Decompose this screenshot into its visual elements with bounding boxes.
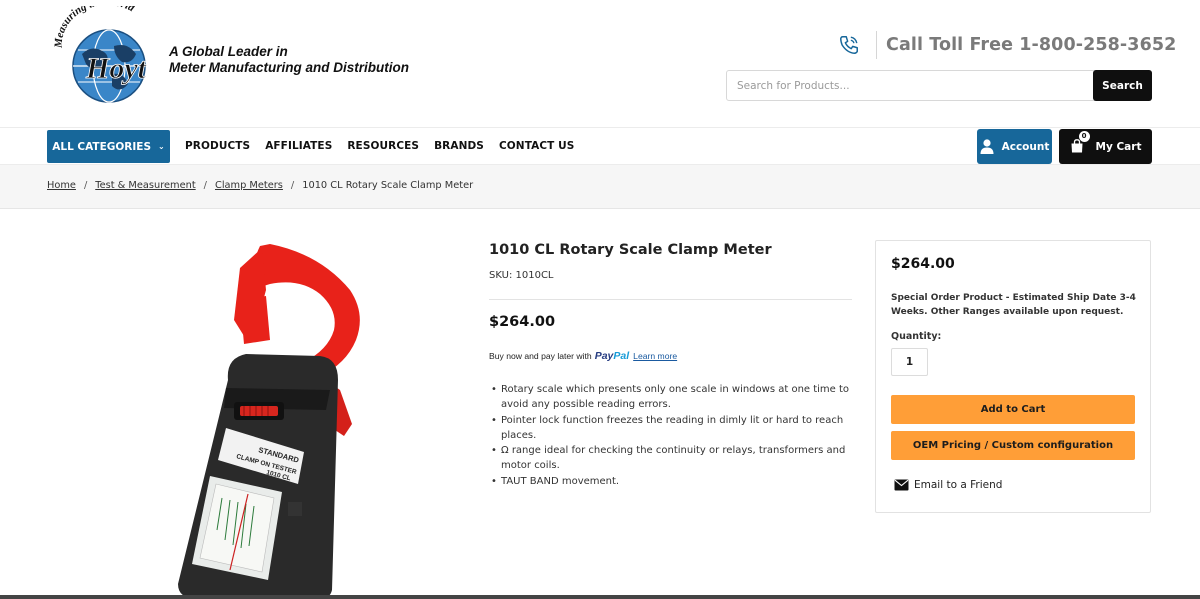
cart-icon-wrap: 0 — [1070, 130, 1090, 155]
envelope-icon — [894, 479, 909, 491]
product-image[interactable]: STANDARD CLAMP ON TESTER 1010 CL — [170, 240, 360, 599]
breadcrumb-bar: Home / Test & Measurement / Clamp Meters… — [0, 165, 1200, 209]
user-icon — [980, 139, 994, 154]
breadcrumb-separator: / — [203, 180, 207, 191]
paypal-logo-pal: Pal — [613, 350, 630, 362]
product-price: $264.00 — [489, 314, 556, 330]
email-friend-link[interactable]: Email to a Friend — [894, 479, 1002, 491]
search-bar: Search — [726, 70, 1152, 101]
nav-link-brands[interactable]: BRANDS — [434, 140, 484, 152]
breadcrumb-clamp-meters[interactable]: Clamp Meters — [215, 180, 283, 191]
nav-link-contact-us[interactable]: CONTACT US — [499, 140, 575, 152]
phone-icon — [840, 36, 858, 54]
nav-link-affiliates[interactable]: AFFILIATES — [265, 140, 332, 152]
phone-contact[interactable]: Call Toll Free 1-800-258-3652 — [838, 31, 1176, 59]
phone-divider — [876, 31, 877, 59]
cart-label: My Cart — [1095, 140, 1142, 153]
paypal-learn-more-link[interactable]: Learn more — [633, 351, 677, 361]
paypal-prefix: Buy now and pay later with — [489, 351, 592, 361]
breadcrumb-home[interactable]: Home — [47, 180, 76, 191]
breadcrumb: Home / Test & Measurement / Clamp Meters… — [47, 180, 473, 191]
cart-count-badge: 0 — [1078, 130, 1090, 142]
logo-brand-text: Hoyt — [85, 52, 148, 85]
breadcrumb-current: 1010 CL Rotary Scale Clamp Meter — [302, 180, 474, 191]
feature-item: Pointer lock function freezes the readin… — [489, 413, 855, 444]
quantity-label: Quantity: — [891, 331, 942, 342]
nav-link-products[interactable]: PRODUCTS — [185, 140, 250, 152]
breadcrumb-test-measurement[interactable]: Test & Measurement — [95, 180, 195, 191]
feature-item: Rotary scale which presents only one sca… — [489, 382, 855, 413]
nav-link-resources[interactable]: RESOURCES — [347, 140, 419, 152]
buy-box-price: $264.00 — [891, 256, 955, 272]
phone-number[interactable]: Call Toll Free 1-800-258-3652 — [886, 35, 1176, 55]
site-tagline: A Global Leader in Meter Manufacturing a… — [169, 44, 409, 76]
email-friend-label: Email to a Friend — [914, 479, 1003, 491]
account-label: Account — [1001, 140, 1050, 153]
feature-item: TAUT BAND movement. — [489, 474, 855, 490]
feature-item: Ω range ideal for checking the continuit… — [489, 443, 855, 474]
purchase-box: $264.00 Special Order Product - Estimate… — [875, 240, 1151, 513]
hoyt-logo[interactable]: Measuring the World Hoyt — [52, 6, 162, 106]
breadcrumb-separator: / — [290, 180, 295, 191]
all-categories-button[interactable]: ALL CATEGORIES ⌄ — [47, 130, 170, 163]
all-categories-label: ALL CATEGORIES — [52, 140, 152, 153]
special-order-note: Special Order Product - Estimated Ship D… — [891, 293, 1136, 317]
tagline-line-2: Meter Manufacturing and Distribution — [169, 60, 410, 75]
tagline-line-1: A Global Leader in — [169, 44, 288, 59]
breadcrumb-separator: / — [83, 180, 88, 191]
oem-pricing-button[interactable]: OEM Pricing / Custom configuration — [891, 431, 1135, 460]
product-sku: SKU: 1010CL — [489, 270, 554, 281]
add-to-cart-button[interactable]: Add to Cart — [891, 395, 1135, 424]
paypal-logo: PayPal — [595, 350, 629, 362]
divider — [489, 299, 852, 300]
product-title: 1010 CL Rotary Scale Clamp Meter — [489, 242, 772, 258]
paypal-message: Buy now and pay later with PayPal Learn … — [489, 350, 677, 362]
account-button[interactable]: Account — [977, 129, 1052, 164]
search-button[interactable]: Search — [1093, 70, 1152, 101]
feature-list: Rotary scale which presents only one sca… — [489, 382, 855, 489]
nav-links: PRODUCTS AFFILIATES RESOURCES BRANDS CON… — [185, 140, 589, 152]
cart-button[interactable]: 0 My Cart — [1059, 129, 1152, 164]
search-input[interactable] — [727, 71, 1093, 100]
quantity-input[interactable] — [891, 348, 928, 376]
bottom-strip — [0, 595, 1200, 599]
paypal-logo-pay: Pay — [594, 350, 614, 362]
main-nav: ALL CATEGORIES ⌄ PRODUCTS AFFILIATES RES… — [0, 127, 1200, 165]
chevron-down-icon: ⌄ — [158, 142, 165, 151]
